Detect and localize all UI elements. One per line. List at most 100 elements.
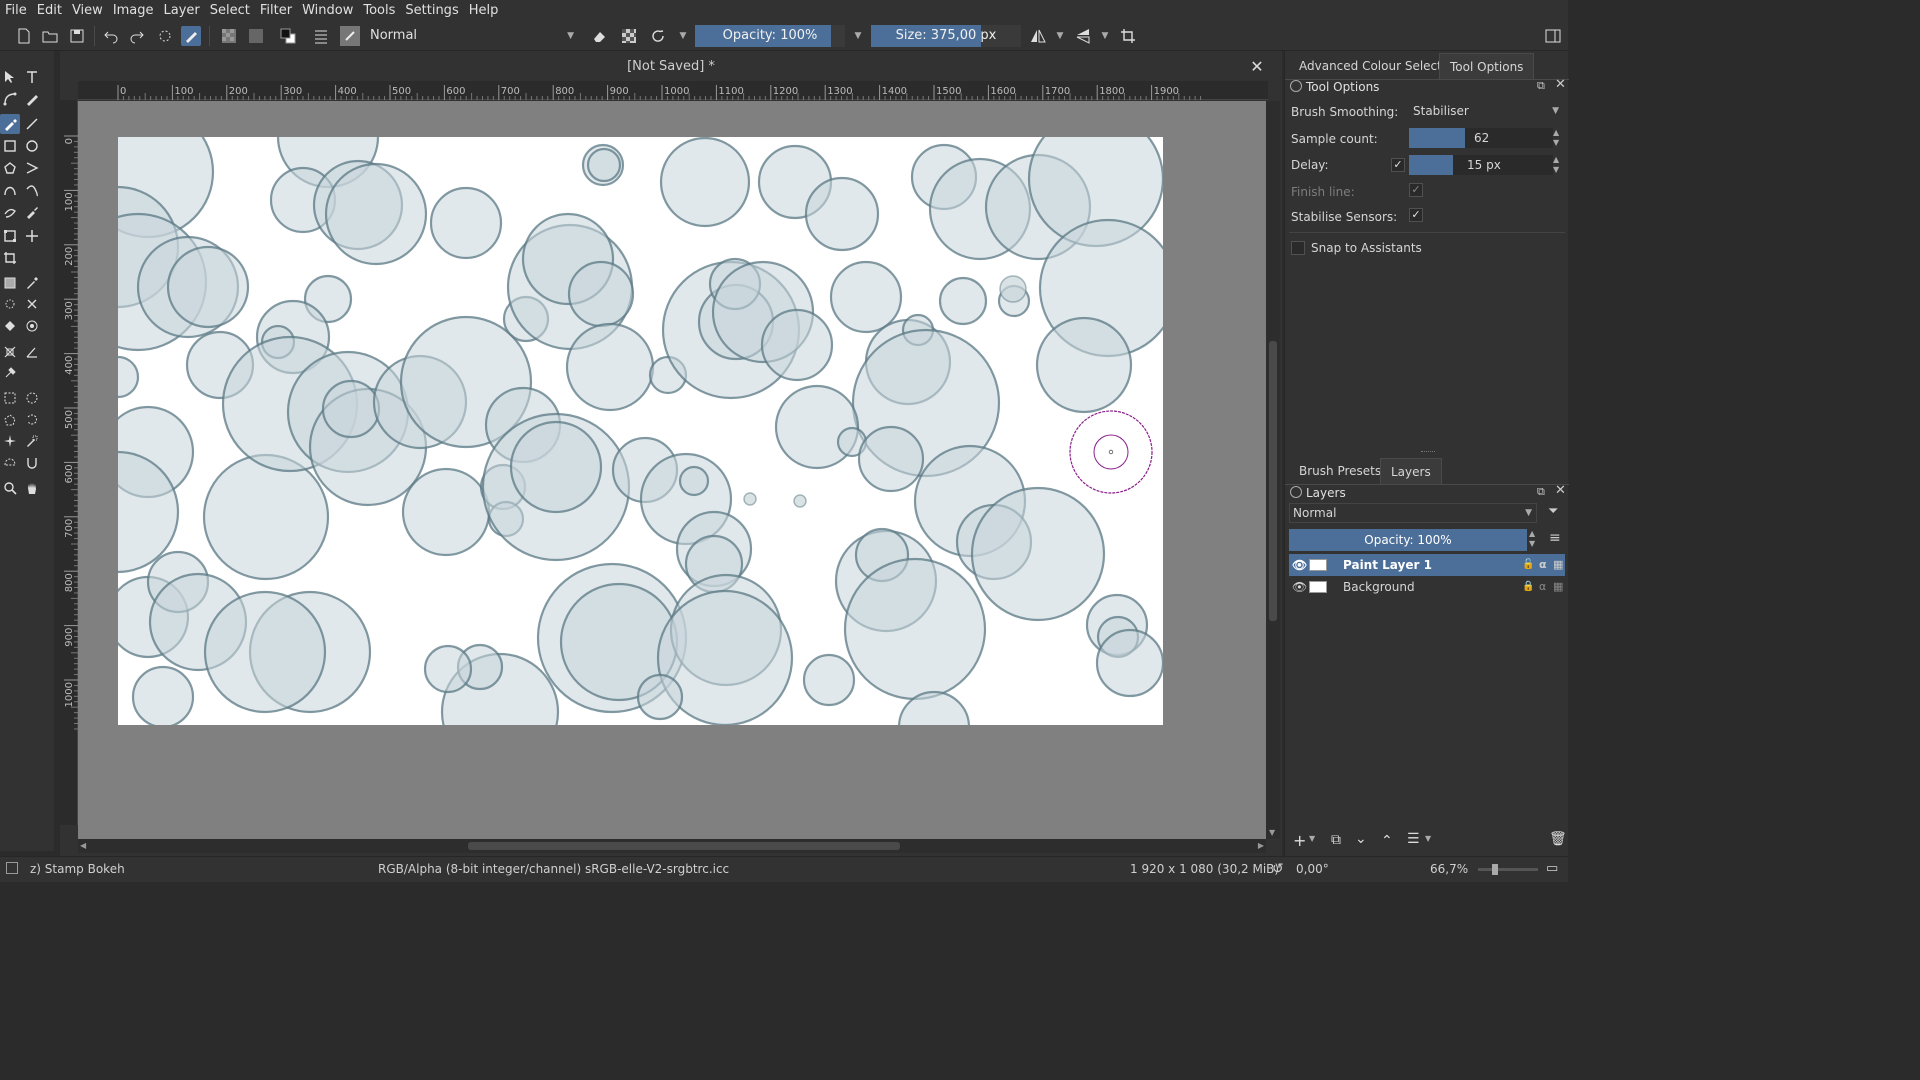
menu-window[interactable]: Window (297, 0, 358, 21)
fill-tool-icon[interactable] (0, 316, 20, 336)
text-tool-icon[interactable] (22, 67, 42, 87)
ellipse-tool-icon[interactable] (22, 136, 42, 156)
canvas[interactable] (118, 137, 1163, 725)
eraser-icon[interactable] (589, 26, 609, 46)
undo-icon[interactable] (101, 26, 121, 46)
filter-icon[interactable]: ⏷ (1548, 504, 1558, 519)
magnetic-selection-tool-icon[interactable] (22, 452, 42, 472)
bezier-tool-icon[interactable] (0, 180, 20, 200)
polygonal-selection-tool-icon[interactable] (0, 410, 20, 430)
pan-tool-icon[interactable] (22, 478, 42, 498)
menu-select[interactable]: Select (205, 0, 255, 21)
stabilise-sensors-checkbox[interactable]: ✓ (1409, 208, 1423, 222)
tab-advanced-colour-selector[interactable]: Advanced Colour Selector (1289, 53, 1464, 79)
layer-blend-mode-select[interactable]: Normal ▼ (1289, 503, 1537, 523)
dynamic-brush-tool-icon[interactable] (0, 202, 20, 222)
scroll-down-arrow-icon[interactable]: ▼ (1269, 828, 1275, 837)
close-docker-icon[interactable]: ✕ (1555, 77, 1566, 92)
inherit-alpha-icon[interactable]: ▦ (1553, 576, 1563, 598)
calligraphy-tool-icon[interactable] (22, 89, 42, 109)
new-document-icon[interactable] (14, 26, 34, 46)
close-document-icon[interactable]: ✕ (1248, 58, 1266, 76)
float-docker-icon[interactable]: ⧉ (1537, 485, 1545, 499)
horizontal-scrollbar[interactable]: ◀ ▶ (78, 839, 1266, 853)
delete-layer-icon[interactable]: 🗑 (1549, 831, 1567, 847)
size-slider[interactable]: Size: 375,00 px (871, 25, 1021, 47)
brush-presets-icon[interactable] (311, 26, 331, 46)
enclose-fill-tool-icon[interactable] (22, 316, 42, 336)
menu-tools[interactable]: Tools (358, 0, 400, 21)
freehand-brush-tool-icon[interactable] (0, 114, 20, 134)
chevron-down-icon[interactable]: ▼ (1050, 26, 1070, 46)
menu-file[interactable]: File (0, 0, 32, 21)
pattern-icon[interactable] (246, 26, 266, 46)
fg-bg-color-icon[interactable] (278, 26, 298, 46)
tab-brush-presets[interactable]: Brush Presets (1289, 458, 1391, 484)
rotate-icon[interactable]: ↺ (1272, 857, 1284, 881)
lock-docker-icon[interactable] (1290, 486, 1302, 498)
scroll-left-arrow-icon[interactable]: ◀ (80, 841, 86, 850)
layer-opacity-slider[interactable]: Opacity: 100% (1289, 529, 1527, 551)
eye-icon[interactable]: 👁 (1292, 576, 1307, 598)
move-tool-icon[interactable] (22, 226, 42, 246)
sample-count-stepper[interactable]: ▲ ▼ (1553, 128, 1559, 148)
menu-edit[interactable]: Edit (32, 0, 67, 21)
polyline-tool-icon[interactable] (22, 158, 42, 178)
menu-layer[interactable]: Layer (159, 0, 205, 21)
layer-menu-icon[interactable]: ≡ (1549, 530, 1561, 546)
opacity-slider[interactable]: Opacity: 100% (695, 25, 845, 47)
layer-row[interactable]: 👁 Background 🔒 α ▦ (1289, 576, 1565, 598)
move-layer-down-icon[interactable]: ⌄ (1355, 831, 1367, 847)
zoom-slider[interactable] (1478, 864, 1538, 875)
vertical-scrollbar[interactable]: ▼ (1266, 101, 1280, 839)
brush-smoothing-select[interactable]: Stabiliser ▼ (1409, 101, 1563, 121)
panel-layout-icon[interactable] (1543, 26, 1563, 46)
rectangular-selection-tool-icon[interactable] (0, 388, 20, 408)
zoom-tool-icon[interactable] (0, 478, 20, 498)
canvas-only-mode-icon[interactable]: ▭ (1546, 857, 1558, 881)
sample-count-slider[interactable]: 62 (1409, 128, 1553, 148)
float-docker-icon[interactable]: ⧉ (1537, 79, 1545, 93)
snap-to-assistants-checkbox[interactable] (1291, 241, 1305, 255)
lock-icon[interactable]: 🔓 (1522, 554, 1534, 576)
freehand-path-tool-icon[interactable] (22, 180, 42, 200)
gradient-tool-icon[interactable] (0, 273, 20, 293)
preserve-alpha-icon[interactable] (619, 26, 639, 46)
smart-patch-tool-icon[interactable] (22, 294, 42, 314)
layer-properties-icon[interactable]: ☰ (1407, 831, 1420, 847)
menu-filter[interactable]: Filter (255, 0, 297, 21)
polygon-tool-icon[interactable] (0, 158, 20, 178)
pattern-settings-icon[interactable] (155, 26, 175, 46)
rectangle-tool-icon[interactable] (0, 136, 20, 156)
eye-icon[interactable]: 👁 (1292, 554, 1307, 576)
measure-tool-icon[interactable] (22, 342, 42, 362)
inherit-alpha-icon[interactable]: ▦ (1553, 554, 1563, 576)
elliptical-selection-tool-icon[interactable] (22, 388, 42, 408)
alpha-lock-icon[interactable]: α (1539, 554, 1547, 576)
finish-line-checkbox[interactable]: ✓ (1409, 183, 1423, 197)
edit-shapes-tool-icon[interactable] (0, 89, 20, 109)
redo-icon[interactable] (127, 26, 147, 46)
chevron-down-icon[interactable]: ▼ (673, 26, 693, 46)
reload-preset-icon[interactable] (648, 26, 668, 46)
duplicate-layer-icon[interactable]: ⧉ (1331, 832, 1341, 848)
lock-icon[interactable]: 🔒 (1522, 576, 1534, 598)
save-icon[interactable] (67, 26, 87, 46)
layer-row[interactable]: 👁 Paint Layer 1 🔓 α ▦ (1289, 554, 1565, 576)
current-brush-icon[interactable] (340, 26, 360, 46)
blend-mode-select[interactable]: Normal ▼ (364, 25, 580, 47)
similar-color-selection-tool-icon[interactable] (22, 431, 42, 451)
layer-opacity-stepper[interactable]: ▲ ▼ (1529, 529, 1535, 549)
add-layer-icon[interactable]: + (1293, 831, 1306, 850)
chevron-down-icon[interactable]: ▼ (1425, 834, 1431, 843)
wrap-around-icon[interactable] (1118, 26, 1138, 46)
docker-splitter[interactable] (1421, 451, 1435, 454)
mirror-horizontal-icon[interactable] (1028, 26, 1048, 46)
menu-view[interactable]: View (67, 0, 108, 21)
select-shapes-tool-icon[interactable] (0, 67, 20, 87)
crop-tool-icon[interactable] (0, 248, 20, 268)
chevron-down-icon[interactable]: ▼ (848, 26, 868, 46)
gradient-icon[interactable] (219, 26, 239, 46)
assistant-tool-icon[interactable] (0, 342, 20, 362)
color-picker-tool-icon[interactable] (22, 273, 42, 293)
